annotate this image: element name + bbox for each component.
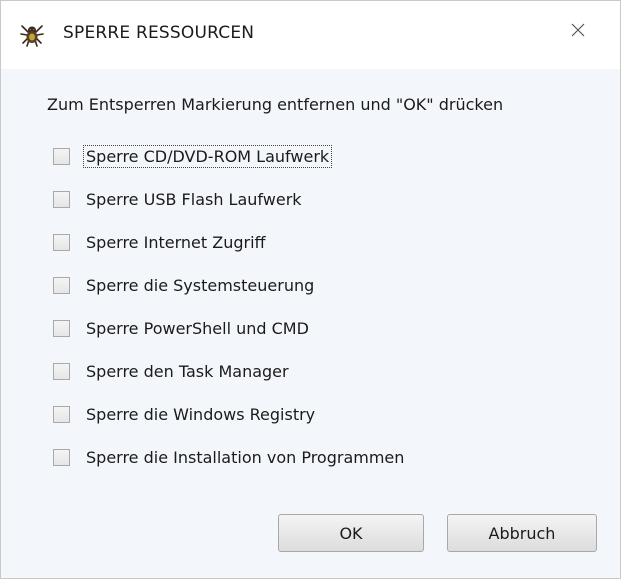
option-lock-powershell-cmd[interactable]: Sperre PowerShell und CMD <box>53 307 406 350</box>
option-label: Sperre die Systemsteuerung <box>86 276 315 295</box>
title-bar[interactable]: SPERRE RESSOURCEN <box>1 1 620 69</box>
option-label: Sperre CD/DVD-ROM Laufwerk <box>82 145 333 168</box>
spider-icon <box>19 21 45 47</box>
checkbox[interactable] <box>53 277 70 294</box>
option-label: Sperre Internet Zugriff <box>86 233 266 252</box>
cancel-button[interactable]: Abbruch <box>447 514 597 552</box>
option-lock-program-install[interactable]: Sperre die Installation von Programmen <box>53 436 406 479</box>
dialog-content: Zum Entsperren Markierung entfernen und … <box>1 69 620 578</box>
option-lock-cd-dvd[interactable]: Sperre CD/DVD-ROM Laufwerk <box>53 135 406 178</box>
checkbox[interactable] <box>53 148 70 165</box>
option-lock-registry[interactable]: Sperre die Windows Registry <box>53 393 406 436</box>
option-lock-internet[interactable]: Sperre Internet Zugriff <box>53 221 406 264</box>
checkbox[interactable] <box>53 320 70 337</box>
close-icon <box>571 22 585 41</box>
option-label: Sperre PowerShell und CMD <box>86 319 309 338</box>
checkbox[interactable] <box>53 406 70 423</box>
option-label: Sperre die Installation von Programmen <box>86 448 405 467</box>
checkbox[interactable] <box>53 363 70 380</box>
option-lock-task-manager[interactable]: Sperre den Task Manager <box>53 350 406 393</box>
option-label: Sperre den Task Manager <box>86 362 289 381</box>
option-label: Sperre die Windows Registry <box>86 405 316 424</box>
checkbox[interactable] <box>53 234 70 251</box>
close-button[interactable] <box>560 13 596 49</box>
checkbox[interactable] <box>53 449 70 466</box>
option-label: Sperre USB Flash Laufwerk <box>86 190 302 209</box>
option-lock-control-panel[interactable]: Sperre die Systemsteuerung <box>53 264 406 307</box>
dialog-window: SPERRE RESSOURCEN Zum Entsperren Markier… <box>0 0 621 579</box>
options-list: Sperre CD/DVD-ROM Laufwerk Sperre USB Fl… <box>53 135 406 479</box>
ok-button[interactable]: OK <box>278 514 424 552</box>
instruction-text: Zum Entsperren Markierung entfernen und … <box>47 95 504 114</box>
option-lock-usb[interactable]: Sperre USB Flash Laufwerk <box>53 178 406 221</box>
window-title: SPERRE RESSOURCEN <box>63 23 255 43</box>
checkbox[interactable] <box>53 191 70 208</box>
